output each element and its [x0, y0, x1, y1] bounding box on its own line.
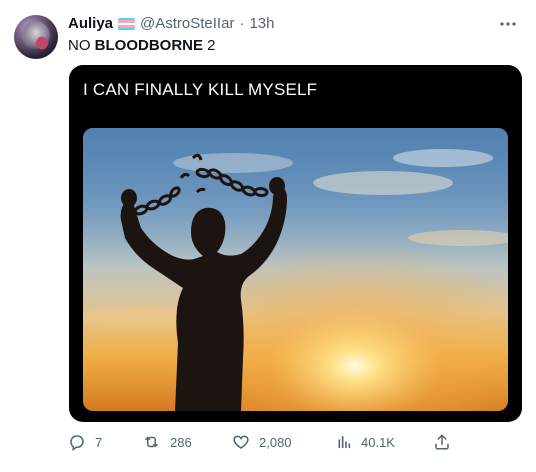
tweet-text: NO BLOODBORNE 2 — [68, 37, 216, 55]
handle[interactable]: @AstroSteIIar — [140, 15, 234, 33]
meme-caption: I CAN FINALLY KILL MYSELF — [83, 80, 318, 99]
more-button[interactable] — [498, 14, 518, 34]
separator-dot: · — [239, 15, 245, 32]
meme-photo — [83, 128, 508, 411]
tweet-header: Auliya @AstroSteIIar · 13h — [68, 15, 274, 33]
like-button[interactable]: 2,080 — [232, 433, 292, 451]
tweet-text-prefix: NO — [68, 37, 95, 54]
tweet-text-bold: BLOODBORNE — [94, 37, 204, 54]
views-chart-icon — [338, 435, 351, 449]
reply-icon — [70, 435, 84, 451]
repost-button[interactable]: 286 — [142, 433, 192, 451]
repost-count: 286 — [170, 434, 192, 450]
heart-icon — [233, 435, 249, 449]
trans-flag-icon — [118, 18, 136, 30]
timestamp[interactable]: 13h — [249, 15, 274, 33]
view-count: 40.1K — [361, 434, 395, 450]
display-name[interactable]: Auliya — [68, 15, 113, 33]
reply-count: 7 — [95, 434, 103, 450]
like-count: 2,080 — [259, 434, 292, 450]
action-bar: 7 286 2,080 40.1K — [68, 433, 468, 455]
media-card[interactable]: I CAN FINALLY KILL MYSELF — [69, 65, 522, 422]
repost-icon — [144, 436, 159, 448]
more-dots-icon — [500, 22, 516, 26]
share-icon — [435, 434, 449, 450]
tweet-text-suffix: 2 — [203, 37, 216, 54]
share-button[interactable] — [433, 433, 451, 451]
views-button[interactable]: 40.1K — [336, 433, 395, 451]
avatar[interactable] — [14, 15, 58, 59]
silhouette-illustration — [83, 128, 508, 411]
reply-button[interactable]: 7 — [68, 433, 102, 451]
